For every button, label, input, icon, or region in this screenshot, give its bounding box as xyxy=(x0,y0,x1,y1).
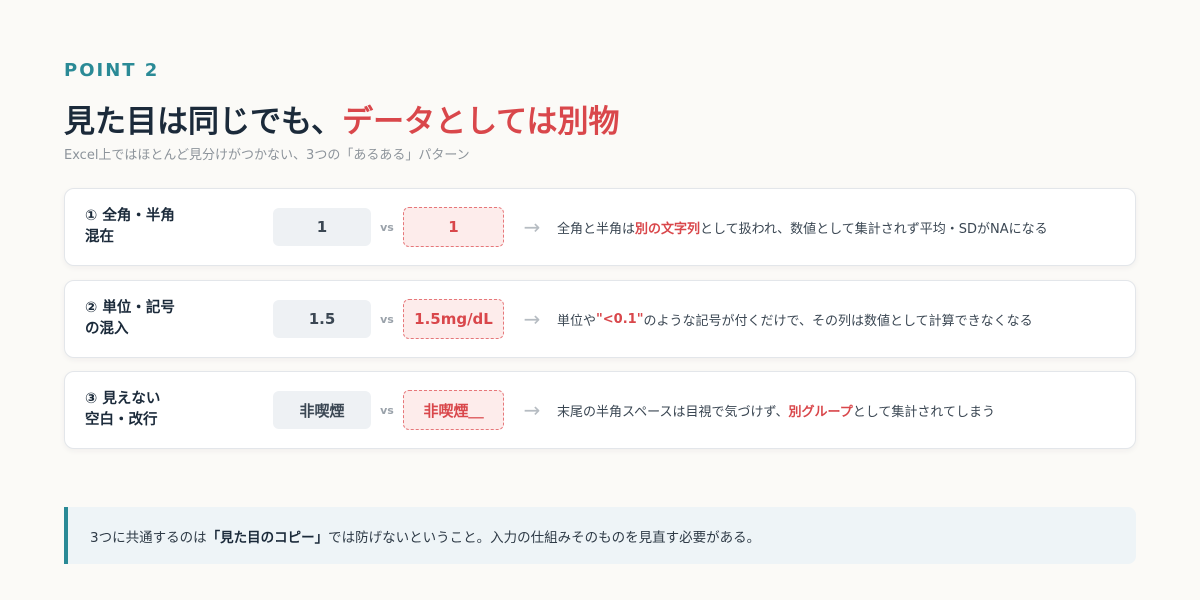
page-subtitle: Excel上ではほとんど見分けがつかない、3つの「あるある」パターン xyxy=(64,148,470,163)
pattern-label-line2: の混入 xyxy=(85,321,129,337)
pattern-label: ① 全角・半角 混在 xyxy=(85,189,235,265)
page-title-accent: データとしては別物 xyxy=(342,104,620,140)
pattern-label-line2: 空白・改行 xyxy=(85,412,158,428)
pattern-card-3: ③ 見えない 空白・改行 非喫煙 vs 非喫煙＿ → 末尾の半角スペースは目視で気… xyxy=(64,371,1136,449)
pattern-label: ③ 見えない 空白・改行 xyxy=(85,372,235,448)
page-title: 見た目は同じでも、データとしては別物 xyxy=(64,96,620,141)
pattern-card-1: ① 全角・半角 混在 1 vs 1 → 全角と半角は 別の文字列 として扱われ、数値と… xyxy=(64,188,1136,266)
desc-highlight: 別の文字列 xyxy=(635,221,701,237)
vs-label: vs xyxy=(380,220,394,234)
correct-value-chip: 1.5 xyxy=(273,300,371,338)
pattern-label: ② 単位・記号 の混入 xyxy=(85,281,235,357)
note-text: では防げないということ。入力の仕組みそのものを見直す必要がある。 xyxy=(328,529,761,546)
desc-text: 全角と半角は xyxy=(557,221,636,237)
arrow-right-icon: → xyxy=(523,307,541,331)
desc-text: 単位や xyxy=(557,313,597,329)
vs-label: vs xyxy=(380,403,394,417)
wrong-value-chip: 1 xyxy=(403,207,504,247)
correct-value-chip: 1 xyxy=(273,208,371,246)
pattern-label-line2: 混在 xyxy=(85,229,114,245)
page-title-main: 見た目は同じでも、 xyxy=(64,104,343,140)
note-text: 3つに共通するのは xyxy=(90,529,207,546)
pattern-description: 全角と半角は 別の文字列 として扱われ、数値として集計されず平均・SDがNAになる xyxy=(557,189,1119,265)
desc-text: のような記号が付くだけで、その列は数値として計算できなくなる xyxy=(643,313,1033,329)
pattern-label-line1: ② 単位・記号 xyxy=(85,299,175,316)
pattern-label-line1: ① 全角・半角 xyxy=(85,207,175,224)
correct-value-chip: 非喫煙 xyxy=(273,391,371,429)
vs-label: vs xyxy=(380,312,394,326)
pattern-card-2: ② 単位・記号 の混入 1.5 vs 1.5mg/dL → 単位や "<0.1" … xyxy=(64,280,1136,358)
desc-text: 末尾の半角スペースは目視で気づけず、 xyxy=(557,404,789,420)
desc-highlight: "<0.1" xyxy=(596,311,644,327)
pattern-description: 末尾の半角スペースは目視で気づけず、 別グループ として集計されてしまう xyxy=(557,372,1119,448)
wrong-value-chip: 1.5mg/dL xyxy=(403,299,504,339)
desc-highlight: 別グループ xyxy=(788,404,853,420)
pattern-description: 単位や "<0.1" のような記号が付くだけで、その列は数値として計算できなくな… xyxy=(557,281,1119,357)
wrong-value-chip: 非喫煙＿ xyxy=(403,390,504,430)
desc-text: として扱われ、数値として集計されず平均・SDがNAになる xyxy=(700,221,1048,237)
note-emphasis: 「見た目のコピー」 xyxy=(206,529,329,546)
summary-note: 3つに共通するのは 「見た目のコピー」 では防げないということ。入力の仕組みそのもの… xyxy=(64,507,1136,564)
pattern-label-line1: ③ 見えない xyxy=(85,390,161,407)
arrow-right-icon: → xyxy=(523,398,541,422)
desc-text: として集計されてしまう xyxy=(852,404,995,420)
eyebrow-label: POINT 2 xyxy=(64,60,160,81)
arrow-right-icon: → xyxy=(523,215,541,239)
